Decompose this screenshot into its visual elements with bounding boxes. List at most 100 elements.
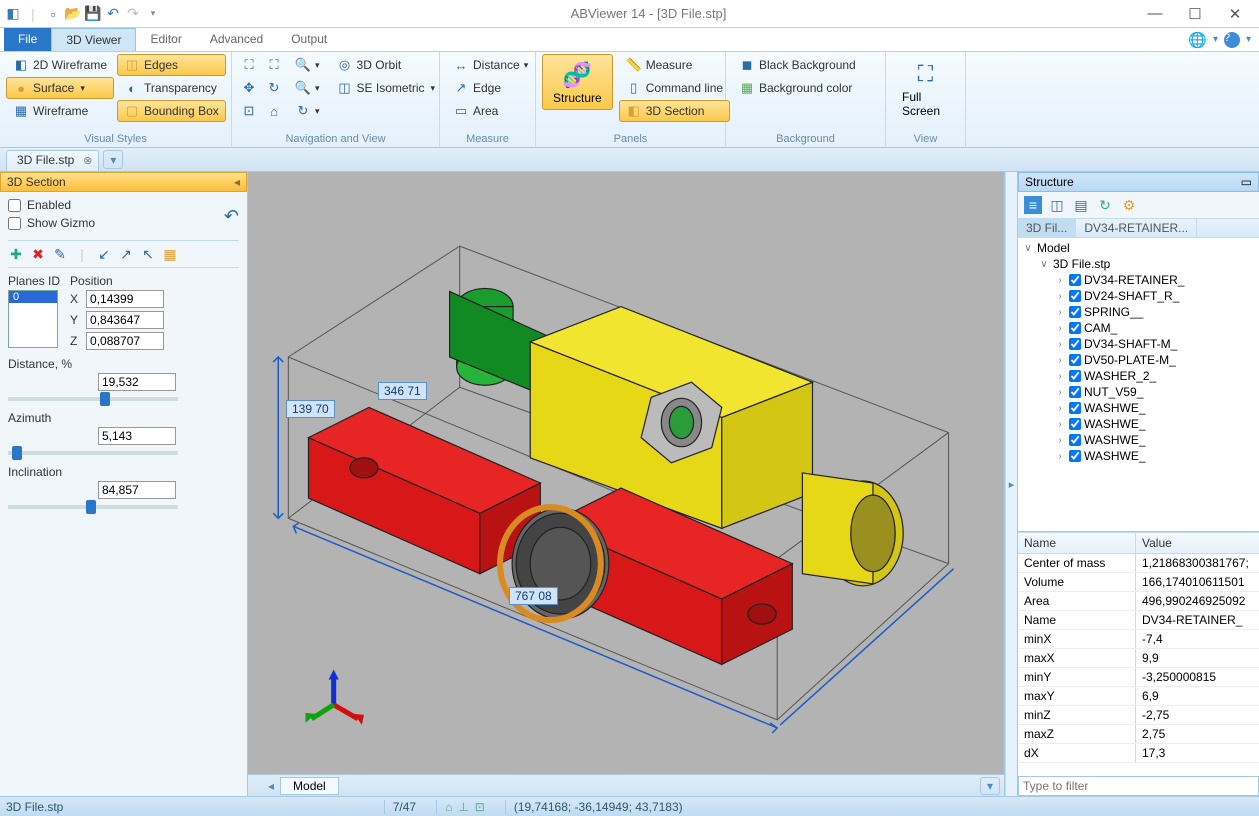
show-gizmo-checkbox[interactable] bbox=[8, 217, 21, 230]
edge-button[interactable]: ↗Edge bbox=[446, 77, 535, 99]
tree-item[interactable]: › NUT_V59_ bbox=[1018, 384, 1259, 400]
plane-y-icon[interactable]: ↗ bbox=[118, 246, 134, 262]
maximize-icon[interactable]: ☐ bbox=[1175, 2, 1215, 26]
azimuth-input[interactable] bbox=[98, 427, 176, 445]
home-icon[interactable]: ⌂ bbox=[263, 100, 285, 122]
open-icon[interactable]: 📂 bbox=[64, 5, 82, 23]
structure-header[interactable]: Structure ▭ bbox=[1018, 172, 1259, 192]
undo-icon[interactable]: ↶ bbox=[104, 5, 122, 23]
plane-all-icon[interactable]: ▦ bbox=[162, 246, 178, 262]
document-tab[interactable]: 3D File.stp ⊗ bbox=[6, 150, 99, 171]
tree-item-checkbox[interactable] bbox=[1069, 338, 1081, 350]
plane-remove-icon[interactable]: ✖ bbox=[30, 246, 46, 262]
transparency-button[interactable]: ◐Transparency bbox=[117, 77, 226, 99]
crumb-1[interactable]: 3D Fil... bbox=[1018, 219, 1076, 237]
tree-item-checkbox[interactable] bbox=[1069, 354, 1081, 366]
command-line-button[interactable]: ▯Command line bbox=[619, 77, 730, 99]
tree-item-checkbox[interactable] bbox=[1069, 386, 1081, 398]
tree-item[interactable]: › DV34-SHAFT-M_ bbox=[1018, 336, 1259, 352]
zoom-extents-icon[interactable]: ⛶ bbox=[238, 54, 260, 76]
tree-item[interactable]: › WASHWE_ bbox=[1018, 448, 1259, 464]
bg-color-button[interactable]: ▦Background color bbox=[732, 77, 863, 99]
tree-item-checkbox[interactable] bbox=[1069, 322, 1081, 334]
distance-input[interactable] bbox=[98, 373, 176, 391]
inclination-input[interactable] bbox=[98, 481, 176, 499]
tree-item-checkbox[interactable] bbox=[1069, 402, 1081, 414]
doctab-dropdown-icon[interactable]: ▾ bbox=[103, 150, 123, 169]
ortho-icon[interactable]: ⊥ bbox=[458, 800, 468, 814]
tree-item-checkbox[interactable] bbox=[1069, 450, 1081, 462]
property-row[interactable]: dX17,3 bbox=[1018, 744, 1259, 763]
redo-icon[interactable]: ↷ bbox=[124, 5, 142, 23]
property-row[interactable]: maxZ2,75 bbox=[1018, 725, 1259, 744]
snap-icon[interactable]: ⌂ bbox=[445, 800, 452, 814]
gear-icon[interactable]: ⚙ bbox=[1120, 196, 1138, 214]
output-tab[interactable]: Output bbox=[277, 28, 341, 51]
split-icon[interactable]: ◫ bbox=[1048, 196, 1066, 214]
property-row[interactable]: Volume166,174010611501 bbox=[1018, 573, 1259, 592]
tree-item-checkbox[interactable] bbox=[1069, 290, 1081, 302]
tree-item-checkbox[interactable] bbox=[1069, 434, 1081, 446]
tree-item[interactable]: › WASHWE_ bbox=[1018, 432, 1259, 448]
property-row[interactable]: minX-7,4 bbox=[1018, 630, 1259, 649]
inclination-slider[interactable] bbox=[8, 505, 178, 509]
property-row[interactable]: Area496,990246925092 bbox=[1018, 592, 1259, 611]
3d-section-button[interactable]: ◧3D Section bbox=[619, 100, 730, 122]
pos-x-input[interactable] bbox=[86, 290, 164, 308]
black-bg-button[interactable]: ◼Black Background bbox=[732, 54, 863, 76]
pos-y-input[interactable] bbox=[86, 311, 164, 329]
model-tab[interactable]: Model bbox=[280, 777, 339, 795]
area-button[interactable]: ▭Area bbox=[446, 100, 535, 122]
enabled-checkbox[interactable] bbox=[8, 199, 21, 212]
distance-button[interactable]: ↔Distance ▾ bbox=[446, 54, 535, 76]
pos-z-input[interactable] bbox=[86, 332, 164, 350]
plane-edit-icon[interactable]: ✎ bbox=[52, 246, 68, 262]
tree-item-checkbox[interactable] bbox=[1069, 418, 1081, 430]
se-isometric-button[interactable]: ◫SE Isometric ▾ bbox=[330, 77, 443, 99]
qat-dropdown-icon[interactable]: ▾ bbox=[144, 5, 162, 23]
edges-button[interactable]: ◫Edges bbox=[117, 54, 226, 76]
distance-slider[interactable] bbox=[8, 397, 178, 401]
app-dropdown-icon[interactable]: ▾ bbox=[1213, 34, 1218, 45]
refresh-icon[interactable]: ↻ bbox=[1096, 196, 1114, 214]
tree-item-checkbox[interactable] bbox=[1069, 370, 1081, 382]
panel-header[interactable]: 3D Section ◂ bbox=[0, 172, 247, 192]
tab-nav-left-icon[interactable]: ◂ bbox=[268, 779, 274, 793]
structure-pin-icon[interactable]: ▭ bbox=[1241, 175, 1252, 189]
fit-icon[interactable]: ⊡ bbox=[238, 100, 260, 122]
new-icon[interactable]: ▫ bbox=[44, 5, 62, 23]
zoom-window-icon[interactable]: ⛶ bbox=[263, 54, 285, 76]
tree-item-checkbox[interactable] bbox=[1069, 306, 1081, 318]
2d-wireframe-button[interactable]: ◧2D Wireframe bbox=[6, 54, 114, 76]
measure-panel-button[interactable]: 📏Measure bbox=[619, 54, 730, 76]
collapse-handle-icon[interactable]: ▸ bbox=[1005, 172, 1017, 796]
tree-item[interactable]: › WASHER_2_ bbox=[1018, 368, 1259, 384]
property-row[interactable]: maxY6,9 bbox=[1018, 687, 1259, 706]
editor-tab[interactable]: Editor bbox=[136, 28, 195, 51]
tree-item[interactable]: › WASHWE_ bbox=[1018, 416, 1259, 432]
property-row[interactable]: maxX9,9 bbox=[1018, 649, 1259, 668]
filter-input[interactable] bbox=[1018, 776, 1259, 796]
planes-id-list[interactable]: 0 bbox=[8, 290, 58, 348]
property-row[interactable]: minZ-2,75 bbox=[1018, 706, 1259, 725]
property-row[interactable]: NameDV34-RETAINER_ bbox=[1018, 611, 1259, 630]
crumb-2[interactable]: DV34-RETAINER... bbox=[1076, 219, 1197, 237]
advanced-tab[interactable]: Advanced bbox=[196, 28, 277, 51]
full-screen-button[interactable]: ⛶ Full Screen bbox=[892, 54, 959, 122]
app-world-icon[interactable]: 🌐 bbox=[1188, 31, 1207, 49]
3d-viewport[interactable]: 139 70 346 71 767 08 ◂ Model ▾ bbox=[248, 172, 1005, 796]
zoom-out-button[interactable]: 🔍▾ bbox=[288, 77, 327, 99]
tab-close-icon[interactable]: ⊗ bbox=[83, 154, 92, 167]
minimize-icon[interactable]: — bbox=[1135, 2, 1175, 26]
tree-item[interactable]: › CAM_ bbox=[1018, 320, 1259, 336]
plane-x-icon[interactable]: ↙ bbox=[96, 246, 112, 262]
tree-icon[interactable]: ▤ bbox=[1072, 196, 1090, 214]
pan-icon[interactable]: ✥ bbox=[238, 77, 260, 99]
tree-item[interactable]: › DV50-PLATE-M_ bbox=[1018, 352, 1259, 368]
structure-button[interactable]: 🧬 Structure bbox=[542, 54, 613, 110]
3d-orbit-button[interactable]: ◎3D Orbit bbox=[330, 54, 443, 76]
grid-icon[interactable]: ⊡ bbox=[475, 800, 485, 814]
reset-view-button[interactable]: ↻▾ bbox=[288, 100, 327, 122]
3d-viewer-tab[interactable]: 3D Viewer bbox=[51, 28, 136, 51]
close-icon[interactable]: ✕ bbox=[1215, 2, 1255, 26]
